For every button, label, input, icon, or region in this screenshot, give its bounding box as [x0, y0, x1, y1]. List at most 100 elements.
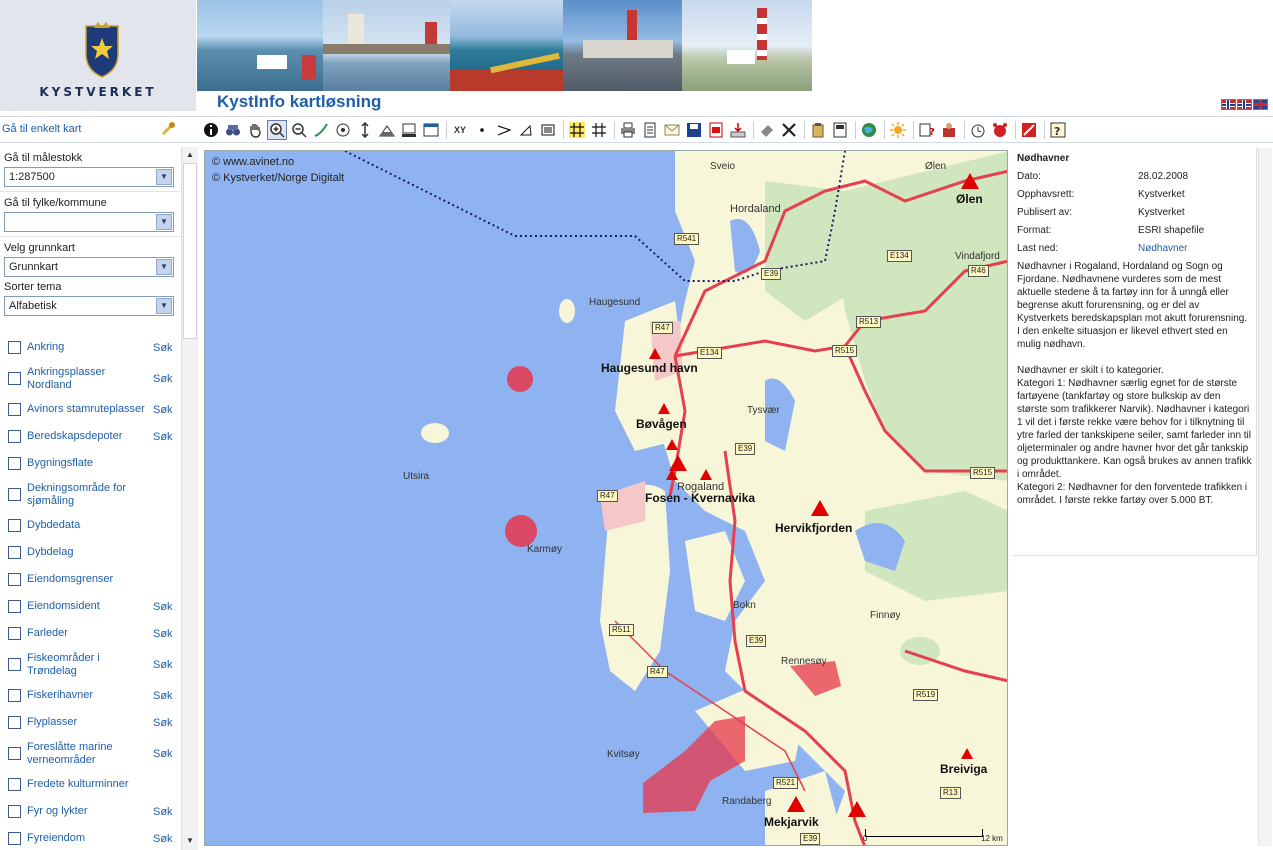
layer-search-link[interactable]: Søk [153, 806, 173, 818]
layer-row[interactable]: Eiendomsident Søk [0, 593, 180, 620]
layer-name[interactable]: Avinors stamruteplasser [27, 403, 145, 416]
harbor-mekjarvik[interactable]: Mekjarvik [764, 815, 819, 829]
harbor-fosen[interactable]: Fosen - Kvernavika [645, 491, 755, 505]
harbor-breiviga[interactable]: Breiviga [940, 762, 987, 776]
sun-icon[interactable] [888, 120, 908, 140]
layer-row[interactable]: Farleder Søk [0, 620, 180, 647]
layer-checkbox[interactable] [8, 778, 21, 791]
layer-checkbox[interactable] [8, 430, 21, 443]
chevron-down-icon[interactable]: ▼ [156, 298, 172, 314]
chevron-down-icon[interactable]: ▼ [156, 169, 172, 185]
layer-row[interactable]: Eiendomsgrenser [0, 566, 180, 593]
layer-row[interactable]: Ankring Søk [0, 334, 180, 361]
pan-hand-icon[interactable] [245, 120, 265, 140]
layer-name[interactable]: Farleder [27, 627, 145, 640]
text-list-icon[interactable] [538, 120, 558, 140]
emergency-harbor-marker[interactable] [848, 801, 866, 817]
layer-row[interactable]: Avinors stamruteplasser Søk [0, 396, 180, 423]
emergency-harbor-marker[interactable] [787, 796, 805, 812]
draw-line-icon[interactable] [494, 120, 514, 140]
layer-name[interactable]: Ankring [27, 341, 145, 354]
layer-checkbox[interactable] [8, 658, 21, 671]
layer-name[interactable]: Bygningsflate [27, 457, 145, 470]
harbor-olen[interactable]: Ølen [956, 192, 983, 206]
grid-icon[interactable] [589, 120, 609, 140]
red-tool-icon[interactable] [1019, 120, 1039, 140]
harbor-hervikfjorden[interactable]: Hervikfjorden [775, 521, 852, 535]
layer-row[interactable]: Bygningsflate [0, 450, 180, 477]
layer-name[interactable]: Fiskerihavner [27, 689, 145, 702]
zoom-in-icon[interactable] [267, 120, 287, 140]
print-icon[interactable] [618, 120, 638, 140]
point-icon[interactable] [472, 120, 492, 140]
layer-checkbox[interactable] [8, 716, 21, 729]
measure-line-icon[interactable] [311, 120, 331, 140]
scale-zoom-icon[interactable] [333, 120, 353, 140]
layers-window-icon[interactable] [421, 120, 441, 140]
layer-row[interactable]: Fyr og lykter Søk [0, 798, 180, 825]
layer-row[interactable]: Fiskerihavner Søk [0, 682, 180, 709]
layer-checkbox[interactable] [8, 546, 21, 559]
emergency-harbor-marker[interactable] [961, 748, 973, 759]
draw-polygon-icon[interactable] [516, 120, 536, 140]
print-screen-icon[interactable] [399, 120, 419, 140]
info-scrollbar[interactable] [1258, 148, 1272, 846]
layer-row[interactable]: Ankringsplasser Nordland Søk [0, 361, 180, 396]
zoom-out-icon[interactable] [289, 120, 309, 140]
layer-search-link[interactable]: Søk [153, 373, 173, 385]
harbor-haugesund[interactable]: Haugesund havn [601, 361, 698, 375]
layer-checkbox[interactable] [8, 488, 21, 501]
road-map-icon[interactable] [377, 120, 397, 140]
emergency-harbor-marker[interactable] [649, 348, 661, 359]
layer-name[interactable]: Dybdedata [27, 519, 145, 532]
document-icon[interactable] [640, 120, 660, 140]
scale-select[interactable]: 1:287500 ▼ [4, 167, 174, 187]
chevron-down-icon[interactable]: ▼ [156, 259, 172, 275]
chevron-down-icon[interactable]: ▼ [156, 214, 172, 230]
layer-row[interactable]: Foreslåtte marine verneområder Søk [0, 736, 180, 771]
globe-icon[interactable] [859, 120, 879, 140]
layer-search-link[interactable]: Søk [153, 690, 173, 702]
layer-row[interactable]: Fiskeområder i Trøndelag Søk [0, 647, 180, 682]
norway-flag-icon[interactable] [1237, 99, 1252, 110]
xy-coordinate-icon[interactable]: XY [450, 120, 470, 140]
layer-checkbox[interactable] [8, 689, 21, 702]
layer-checkbox[interactable] [8, 805, 21, 818]
layer-name[interactable]: Foreslåtte marine verneområder [27, 741, 145, 767]
layer-checkbox[interactable] [8, 600, 21, 613]
layer-checkbox[interactable] [8, 519, 21, 532]
download-icon[interactable] [728, 120, 748, 140]
layer-checkbox[interactable] [8, 832, 21, 845]
user-building-icon[interactable] [939, 120, 959, 140]
save-icon[interactable] [684, 120, 704, 140]
layer-checkbox[interactable] [8, 372, 21, 385]
basemap-select[interactable]: Grunnkart ▼ [4, 257, 174, 277]
layer-name[interactable]: Flyplasser [27, 716, 145, 729]
layer-name[interactable]: Fiskeområder i Trøndelag [27, 652, 145, 678]
tools-icon[interactable] [160, 121, 176, 137]
clipboard-icon[interactable] [808, 120, 828, 140]
layer-row[interactable]: Fyreiendom Søk [0, 825, 180, 850]
report-icon[interactable] [830, 120, 850, 140]
layer-checkbox[interactable] [8, 627, 21, 640]
scrollbar-thumb[interactable] [183, 163, 197, 339]
alarm-icon[interactable] [990, 120, 1010, 140]
uk-flag-icon[interactable] [1253, 99, 1268, 110]
logo[interactable]: KYSTVERKET [0, 0, 196, 111]
pdf-icon[interactable] [706, 120, 726, 140]
layer-name[interactable]: Fyr og lykter [27, 805, 145, 818]
scroll-down-icon[interactable]: ▼ [184, 836, 196, 848]
layer-search-link[interactable]: Søk [153, 748, 173, 760]
layer-name[interactable]: Beredskapsdepoter [27, 430, 145, 443]
emergency-harbor-marker[interactable] [811, 500, 829, 516]
timer-icon[interactable] [968, 120, 988, 140]
layer-name[interactable]: Fyreiendom [27, 832, 145, 845]
layer-search-link[interactable]: Søk [153, 717, 173, 729]
layer-name[interactable]: Ankringsplasser Nordland [27, 366, 145, 392]
map-canvas[interactable]: © www.avinet.no © Kystverket/Norge Digit… [204, 150, 1008, 846]
clear-tools-icon[interactable] [779, 120, 799, 140]
layer-row[interactable]: Beredskapsdepoter Søk [0, 423, 180, 450]
binoculars-icon[interactable] [223, 120, 243, 140]
sidebar-scrollbar[interactable]: ▲ ▼ [181, 147, 198, 850]
layer-name[interactable]: Eiendomsgrenser [27, 573, 145, 586]
